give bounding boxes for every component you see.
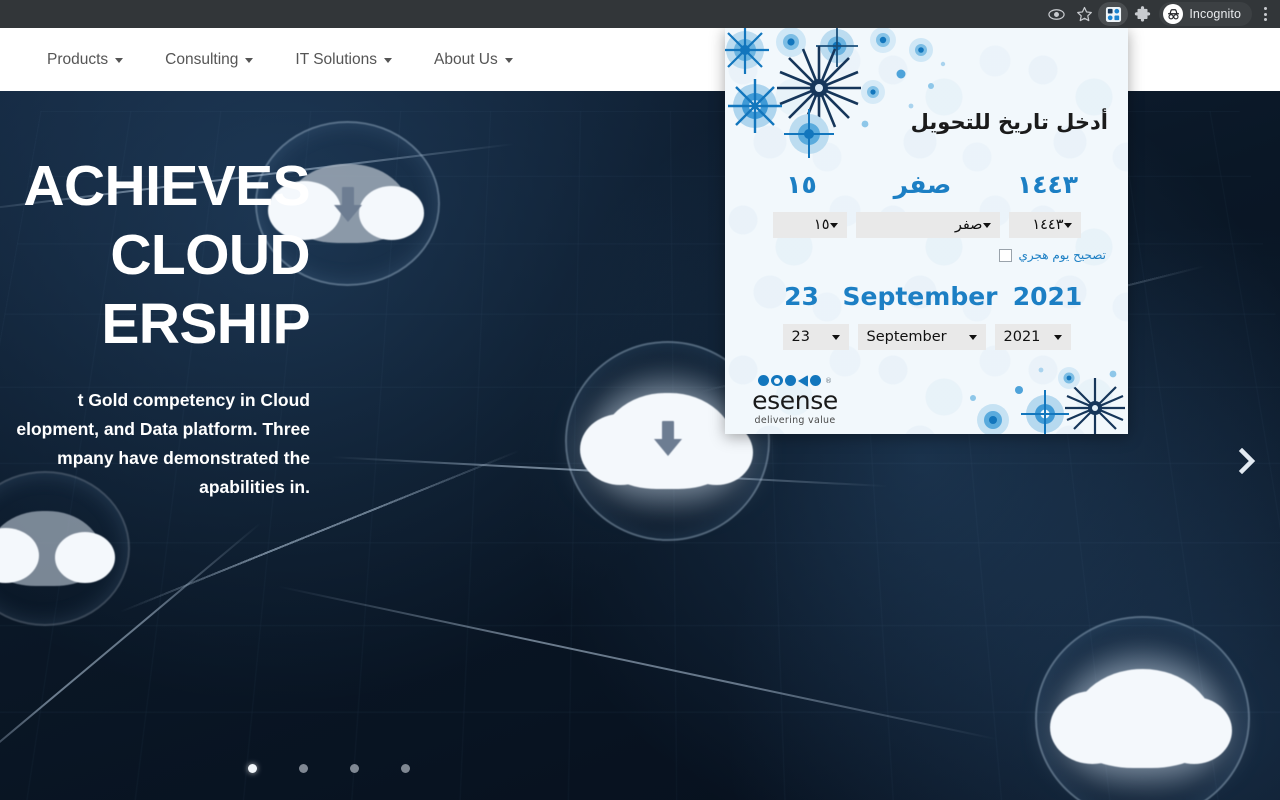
chevron-down-icon — [1063, 222, 1072, 228]
nav-item-label: Products — [47, 51, 109, 68]
hero-title: ACHIEVES CLOUD ERSHIP — [0, 152, 343, 359]
chevron-down-icon — [245, 58, 254, 63]
hero-description-line-4: apabilities in. — [199, 477, 310, 497]
chevron-down-icon — [1053, 334, 1062, 340]
registered-trademark-symbol: ® — [825, 376, 832, 385]
carousel-dots — [248, 764, 410, 773]
hijri-correction-row: تصحيح يوم هجري — [725, 248, 1128, 262]
carousel-dot-3[interactable] — [350, 764, 359, 773]
hijri-correction-checkbox[interactable] — [999, 248, 1013, 262]
gregorian-date-section: 2021 September 23 2021 September 23 — [725, 282, 1128, 350]
bookmark-star-icon[interactable] — [1070, 2, 1098, 26]
gregorian-year-select-value: 2021 — [1003, 329, 1041, 345]
extensions-puzzle-icon[interactable] — [1128, 2, 1156, 26]
hijri-month-select-value: صفر — [954, 217, 983, 233]
incognito-hat-icon — [1163, 4, 1184, 24]
hijri-correction-label: تصحيح يوم هجري — [1018, 248, 1106, 262]
hero-title-line-1: ACHIEVES — [23, 154, 310, 218]
hijri-year-display: ١٤٤٣ — [1016, 170, 1079, 199]
nav-item-label: About Us — [434, 51, 498, 68]
kebab-menu-icon[interactable] — [1254, 2, 1276, 26]
carousel-dot-1[interactable] — [248, 764, 257, 773]
carousel-dot-4[interactable] — [401, 764, 410, 773]
hijri-day-select[interactable]: ١٥ — [772, 212, 847, 238]
hijri-month-display: صفر — [893, 170, 952, 199]
gregorian-day-select[interactable]: 23 — [782, 324, 849, 350]
hijri-year-select[interactable]: ١٤٤٣ — [1008, 212, 1081, 238]
nav-item-about-us[interactable]: About Us — [413, 28, 534, 91]
nav-item-products[interactable]: Products — [26, 28, 144, 91]
nav-item-label: IT Solutions — [295, 51, 377, 68]
hijri-date-section: ١٤٤٣ صفر ١٥ ١٤٤٣ صفر ١٥ تصحيح يوم هجري — [725, 170, 1128, 262]
hijri-day-display: ١٥ — [786, 170, 817, 199]
gregorian-month-display: September — [842, 282, 998, 311]
chevron-down-icon — [384, 58, 392, 63]
gregorian-day-display: 23 — [784, 282, 819, 311]
chevron-down-icon — [504, 58, 513, 63]
arabesque-decoration-bottom-right — [970, 367, 1125, 434]
hijri-select-row: ١٤٤٣ صفر ١٥ — [725, 212, 1128, 238]
hero-description: t Gold competency in Cloud elopment, and… — [0, 386, 343, 502]
arabesque-decoration-top-left — [725, 28, 946, 158]
chevron-down-icon — [968, 334, 977, 340]
main-navigation: Products Consulting IT Solutions About U… — [26, 28, 534, 91]
hero-title-line-2: CLOUD — [110, 223, 310, 287]
hijri-month-select[interactable]: صفر — [855, 212, 1000, 238]
chevron-down-icon — [982, 222, 991, 228]
esense-brand-tagline: delivering value — [754, 415, 836, 426]
gregorian-display-row: 2021 September 23 — [725, 282, 1128, 311]
gregorian-month-select[interactable]: September — [857, 324, 986, 350]
site-logo-icon[interactable]: ⚭ — [0, 46, 10, 70]
eye-icon[interactable] — [1042, 2, 1070, 26]
gregorian-select-row: 2021 September 23 — [725, 324, 1128, 350]
incognito-label: Incognito — [1189, 7, 1241, 21]
hero-copy: ACHIEVES CLOUD ERSHIP t Gold competency … — [0, 152, 343, 502]
nav-item-it-solutions[interactable]: IT Solutions — [274, 28, 413, 91]
nav-item-consulting[interactable]: Consulting — [144, 28, 274, 91]
hero-description-line-2: elopment, and Data platform. Three — [16, 419, 310, 439]
chevron-down-icon — [115, 58, 124, 63]
hijri-display-row: ١٤٤٣ صفر ١٥ — [725, 170, 1128, 199]
nav-item-label: Consulting — [165, 51, 239, 68]
chevron-down-icon — [829, 222, 838, 228]
carousel-next-arrow-icon[interactable] — [1230, 444, 1264, 478]
hero-title-line-3: ERSHIP — [101, 292, 310, 356]
hero-description-line-1: t Gold competency in Cloud — [77, 390, 310, 410]
esense-brand-logo: ® esense delivering value — [739, 374, 851, 426]
popup-title: أدخل تاريخ للتحويل — [910, 110, 1108, 134]
hijri-day-select-value: ١٥ — [813, 217, 830, 233]
chevron-down-icon — [831, 334, 840, 340]
hijri-date-converter-popup: أدخل تاريخ للتحويل ١٤٤٣ صفر ١٥ ١٤٤٣ صفر … — [725, 28, 1128, 434]
carousel-dot-2[interactable] — [299, 764, 308, 773]
gregorian-day-select-value: 23 — [791, 329, 810, 345]
hero-description-line-3: mpany have demonstrated the — [57, 448, 310, 468]
esense-brand-name: esense — [752, 386, 838, 415]
hijri-converter-extension-icon[interactable] — [1098, 2, 1129, 26]
incognito-indicator[interactable]: Incognito — [1159, 2, 1252, 26]
hijri-year-select-value: ١٤٤٣ — [1032, 217, 1064, 233]
browser-toolbar: Incognito — [0, 0, 1280, 28]
gregorian-month-select-value: September — [866, 329, 947, 345]
gregorian-year-display: 2021 — [1012, 282, 1083, 311]
gregorian-year-select[interactable]: 2021 — [994, 324, 1071, 350]
